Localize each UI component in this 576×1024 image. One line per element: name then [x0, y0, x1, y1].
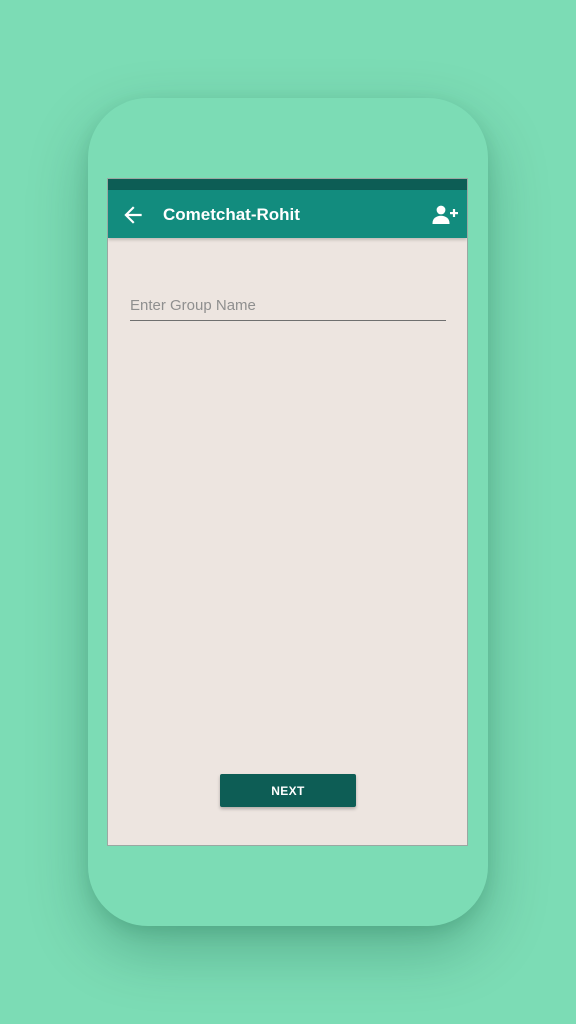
status-bar [108, 179, 467, 190]
back-button[interactable] [120, 202, 146, 228]
app-screen: Cometchat-Rohit NEXT [107, 178, 468, 846]
group-name-input[interactable] [130, 291, 446, 321]
arrow-back-icon [124, 206, 142, 224]
next-button[interactable]: NEXT [220, 774, 356, 807]
add-person-icon [432, 205, 458, 224]
app-bar: Cometchat-Rohit [108, 190, 467, 238]
add-member-button[interactable] [431, 203, 459, 227]
page-title: Cometchat-Rohit [163, 205, 300, 224]
